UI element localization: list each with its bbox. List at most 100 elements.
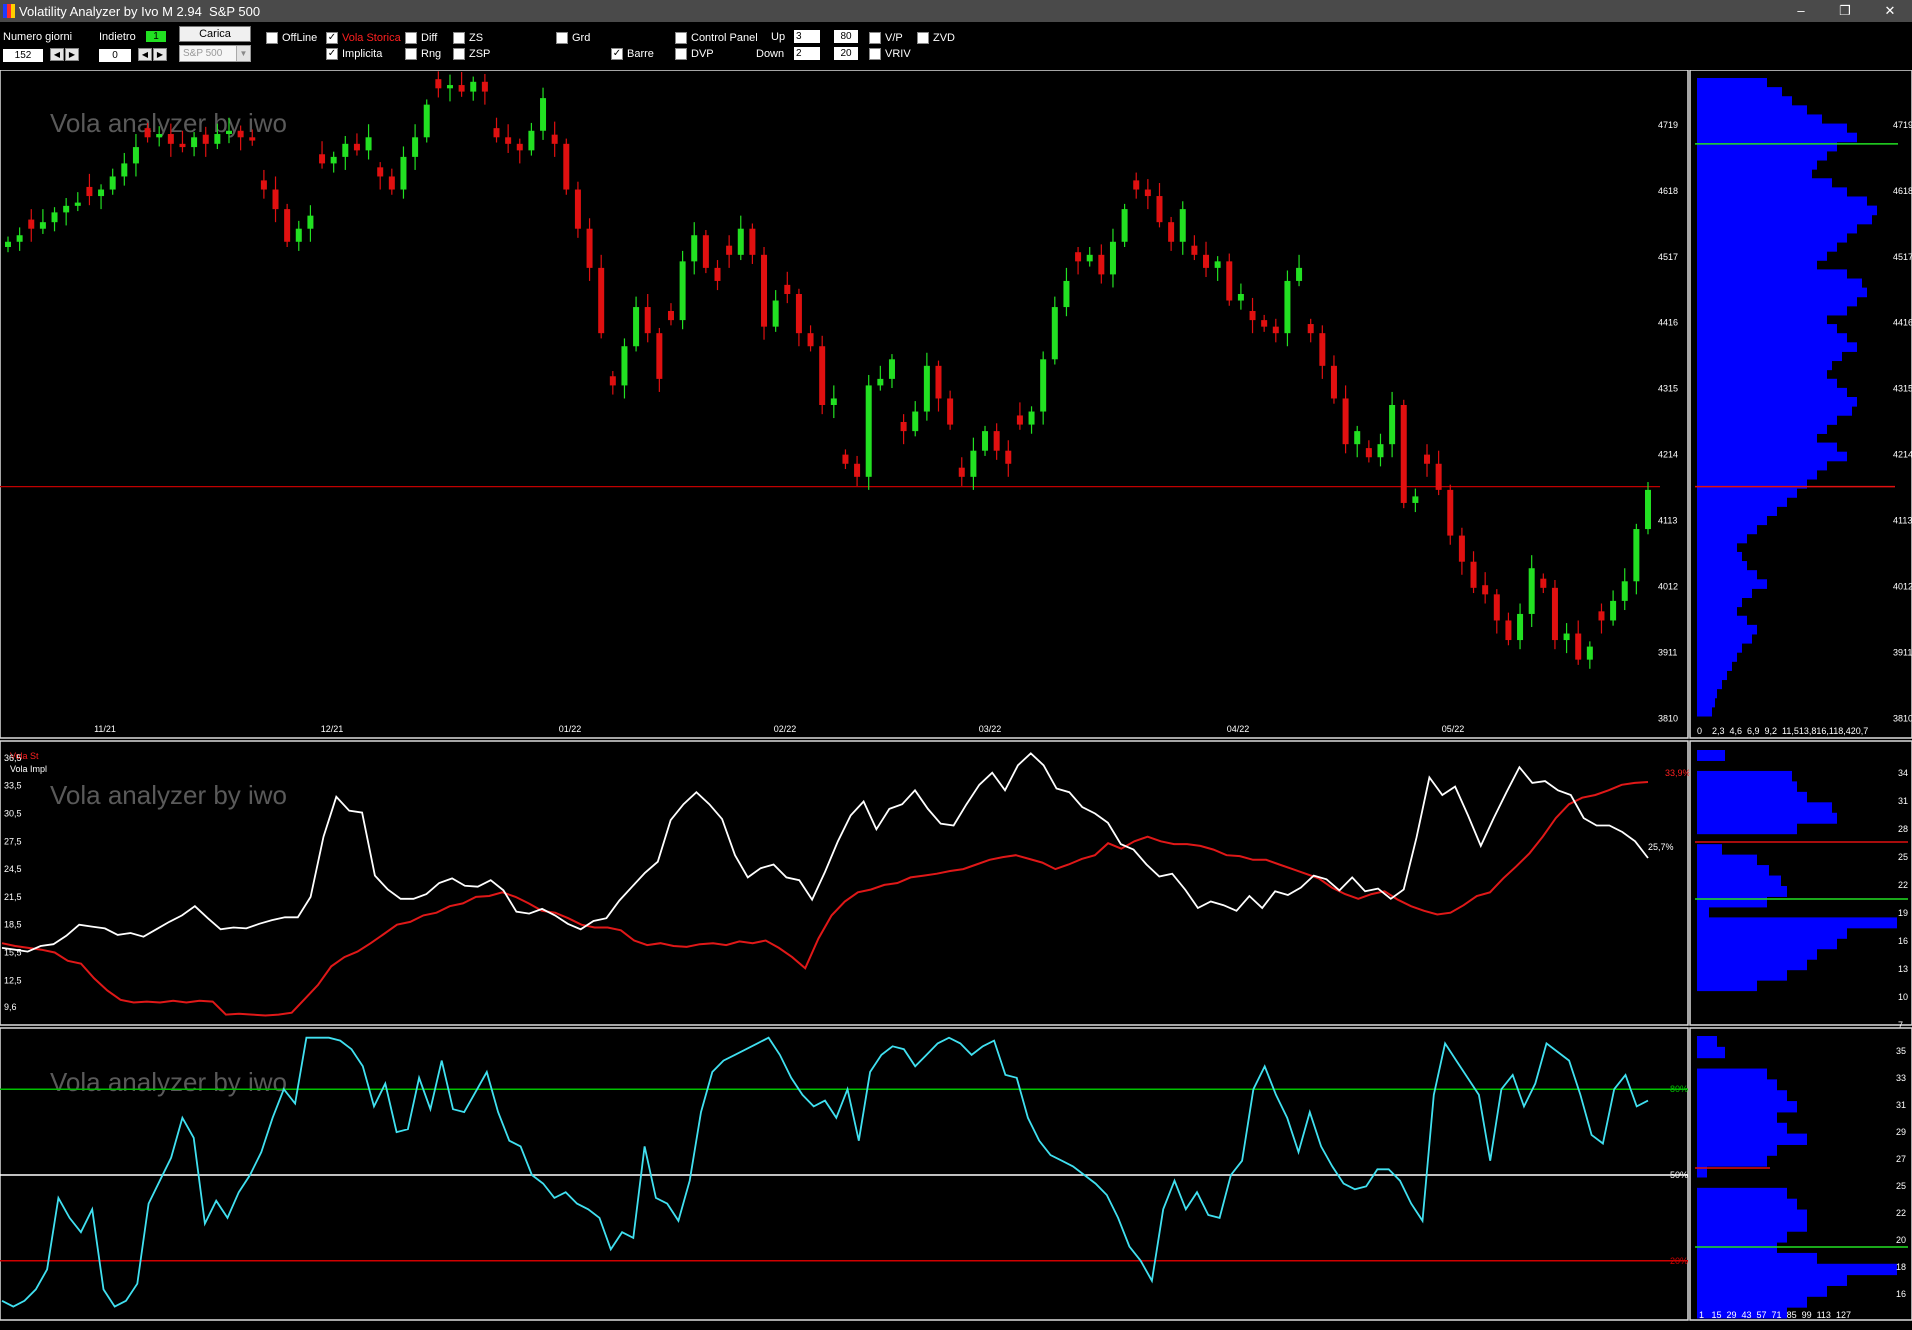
- numero-giorni-decrement[interactable]: ◀: [50, 48, 64, 61]
- candle-body: [156, 134, 163, 138]
- candle-body: [1016, 415, 1023, 425]
- close-button[interactable]: ✕: [1868, 0, 1912, 22]
- dvp-checkbox[interactable]: [675, 48, 687, 60]
- candle-body: [1121, 209, 1128, 242]
- candle-body: [598, 267, 605, 334]
- volatility-histogram-bar: [1697, 823, 1797, 835]
- candle-body: [319, 154, 326, 164]
- candle-body: [947, 398, 954, 425]
- candle-body: [1551, 587, 1558, 641]
- restore-button[interactable]: ❐: [1823, 0, 1867, 22]
- candle-body: [540, 98, 547, 131]
- title-bar: Volatility Analyzer by Ivo M 2.94 S&P 50…: [0, 0, 1912, 22]
- price-histogram-y-tick: 4113: [1893, 516, 1912, 526]
- candle-body: [958, 467, 965, 477]
- v-p-checkbox[interactable]: [869, 32, 881, 44]
- percentile-histogram-y-tick: 31: [1896, 1100, 1906, 1110]
- up-input[interactable]: 3: [794, 30, 820, 43]
- candle-body: [1598, 611, 1605, 621]
- zsp-checkbox[interactable]: [453, 48, 465, 60]
- price-histogram-bar: [1697, 469, 1817, 480]
- up-label: Up: [771, 31, 786, 43]
- level-50-label: 50%: [1670, 1170, 1688, 1180]
- symbol-select[interactable]: S&P 500 ▼: [179, 45, 251, 62]
- candle-body: [1203, 254, 1210, 268]
- candle-body: [1272, 326, 1279, 334]
- candle-body: [74, 202, 81, 206]
- candle-body: [1214, 261, 1221, 268]
- price-histogram-bar: [1697, 260, 1817, 270]
- percentile-histogram-y-tick: 27: [1896, 1154, 1906, 1164]
- price-histogram-bar: [1697, 451, 1847, 462]
- vola-storica-label: Vola Storica: [342, 32, 401, 44]
- watermark: Vola analyzer by iwo: [50, 108, 287, 138]
- minimize-button[interactable]: –: [1779, 0, 1823, 22]
- volatility-histogram-bar: [1697, 854, 1757, 866]
- price-histogram-bar: [1697, 506, 1777, 516]
- volatility-histogram-bar: [1697, 750, 1725, 761]
- price-histogram-y-tick: 4517: [1893, 252, 1912, 262]
- candle-body: [1133, 180, 1140, 190]
- volatility-y-tick: 9,6: [4, 1002, 17, 1012]
- date-x-tick: 12/21: [321, 724, 344, 734]
- indietro-decrement[interactable]: ◀: [138, 48, 152, 61]
- grd-checkbox[interactable]: [556, 32, 568, 44]
- candle-body: [993, 431, 1000, 451]
- legend-vola-implicita: Vola Impl: [10, 764, 47, 774]
- percentile-histogram-y-tick: 18: [1896, 1262, 1906, 1272]
- candle-body: [1470, 561, 1477, 588]
- offline-label: OffLine: [282, 32, 318, 44]
- rng-checkbox[interactable]: [405, 48, 417, 60]
- candle-body: [28, 219, 35, 229]
- candle-body: [842, 454, 849, 464]
- control-panel-checkbox[interactable]: [675, 32, 687, 44]
- numero-giorni-increment[interactable]: ▶: [65, 48, 79, 61]
- price-histogram-bar: [1697, 688, 1717, 699]
- percentile-histogram-bar: [1697, 1079, 1777, 1091]
- candle-body: [260, 180, 267, 190]
- candle-body: [1645, 489, 1651, 530]
- indietro-increment[interactable]: ▶: [153, 48, 167, 61]
- candle-body: [1144, 189, 1151, 197]
- barre-label: Barre: [627, 48, 654, 60]
- candle-body: [1586, 646, 1593, 660]
- candle-body: [446, 85, 453, 89]
- vola-storica-checkbox[interactable]: ✓: [326, 32, 338, 44]
- carica-button[interactable]: Carica: [179, 26, 251, 42]
- indietro-input[interactable]: 0: [99, 49, 131, 62]
- diff-checkbox[interactable]: [405, 32, 417, 44]
- price-y-tick: 3911: [1658, 647, 1677, 657]
- barre-checkbox[interactable]: ✓: [611, 48, 623, 60]
- vriv-checkbox[interactable]: [869, 48, 881, 60]
- numero-giorni-input[interactable]: 152: [3, 49, 43, 62]
- candle-body: [714, 267, 721, 281]
- down-threshold-input[interactable]: 20: [834, 47, 858, 60]
- down-input[interactable]: 2: [794, 47, 820, 60]
- volatility-histogram-bar: [1697, 938, 1837, 950]
- percentile-histogram-bar: [1697, 1231, 1787, 1243]
- candle-body: [644, 307, 651, 334]
- candle-body: [679, 261, 686, 321]
- candle-body: [342, 143, 349, 157]
- implicita-checkbox[interactable]: ✓: [326, 48, 338, 60]
- price-histogram-bar: [1697, 579, 1767, 589]
- price-histogram-bar: [1697, 661, 1732, 671]
- price-histogram-bar: [1697, 406, 1852, 416]
- price-histogram-bar: [1697, 278, 1862, 289]
- candle-body: [400, 156, 407, 190]
- toolbar: Numero giorni 152 ◀ ▶ Indietro 1 0 ◀ ▶ C…: [0, 22, 1912, 70]
- offline-checkbox[interactable]: [266, 32, 278, 44]
- candle-body: [388, 176, 395, 190]
- volatility-histogram-y-tick: 22: [1898, 880, 1908, 890]
- up-threshold-input[interactable]: 80: [834, 30, 858, 43]
- price-histogram-bar: [1697, 561, 1747, 571]
- candle-body: [144, 128, 151, 138]
- price-histogram-bar: [1697, 269, 1847, 280]
- percentile-histogram-bar: [1697, 1187, 1787, 1200]
- zvd-checkbox[interactable]: [917, 32, 929, 44]
- volatility-y-tick: 36,5: [4, 753, 22, 763]
- dvp-label: DVP: [691, 48, 714, 60]
- zs-checkbox[interactable]: [453, 32, 465, 44]
- candle-body: [795, 294, 802, 334]
- candle-body: [656, 333, 663, 379]
